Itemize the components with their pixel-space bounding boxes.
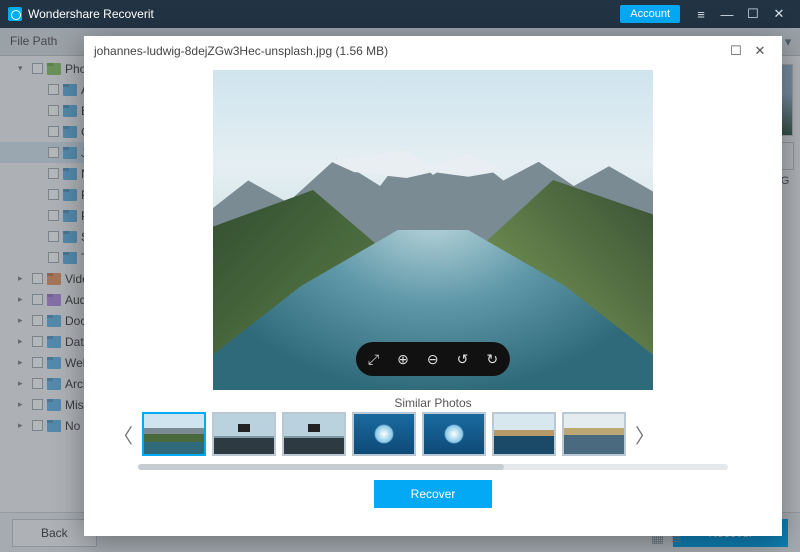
modal-filesize: (1.56 MB) — [335, 44, 388, 58]
zoom-out-icon[interactable]: ⊖ — [427, 351, 439, 368]
modal-close-icon[interactable]: ✕ — [748, 39, 772, 63]
modal-filename: johannes-ludwig-8dejZGw3Hec-unsplash.jpg — [94, 44, 332, 58]
close-icon[interactable]: ✕ — [766, 0, 792, 28]
thumb-6[interactable] — [562, 412, 626, 456]
preview-modal: johannes-ludwig-8dejZGw3Hec-unsplash.jpg… — [84, 36, 782, 536]
rotate-left-icon[interactable]: ↺ — [457, 351, 469, 368]
minimize-icon[interactable]: — — [714, 0, 740, 28]
thumb-3[interactable] — [352, 412, 416, 456]
maximize-icon[interactable]: ☐ — [740, 0, 766, 28]
zoom-in-icon[interactable]: ⊕ — [397, 351, 409, 368]
account-button[interactable]: Account — [620, 5, 680, 23]
rotate-right-icon[interactable]: ↻ — [486, 351, 498, 368]
thumbs-prev-icon[interactable]: 〈 — [112, 414, 134, 454]
thumbnail-strip — [142, 412, 626, 456]
similar-photos-label: Similar Photos — [84, 396, 782, 410]
fit-icon[interactable]: ⤢ — [368, 351, 379, 368]
preview-toolbar: ⤢ ⊕ ⊖ ↺ ↻ — [356, 342, 510, 376]
thumbs-scrollbar[interactable] — [138, 464, 728, 470]
thumb-0[interactable] — [142, 412, 206, 456]
thumb-4[interactable] — [422, 412, 486, 456]
thumbs-next-icon[interactable]: 〉 — [634, 414, 656, 454]
modal-maximize-icon[interactable]: ☐ — [724, 39, 748, 63]
thumb-2[interactable] — [282, 412, 346, 456]
modal-recover-button[interactable]: Recover — [374, 480, 493, 508]
menu-icon[interactable]: ≡ — [688, 0, 714, 28]
preview-image: ⤢ ⊕ ⊖ ↺ ↻ — [213, 70, 653, 390]
app-logo-icon — [8, 7, 22, 21]
thumb-5[interactable] — [492, 412, 556, 456]
titlebar: Wondershare Recoverit Account ≡ — ☐ ✕ — [0, 0, 800, 28]
app-title: Wondershare Recoverit — [28, 7, 154, 21]
thumb-1[interactable] — [212, 412, 276, 456]
